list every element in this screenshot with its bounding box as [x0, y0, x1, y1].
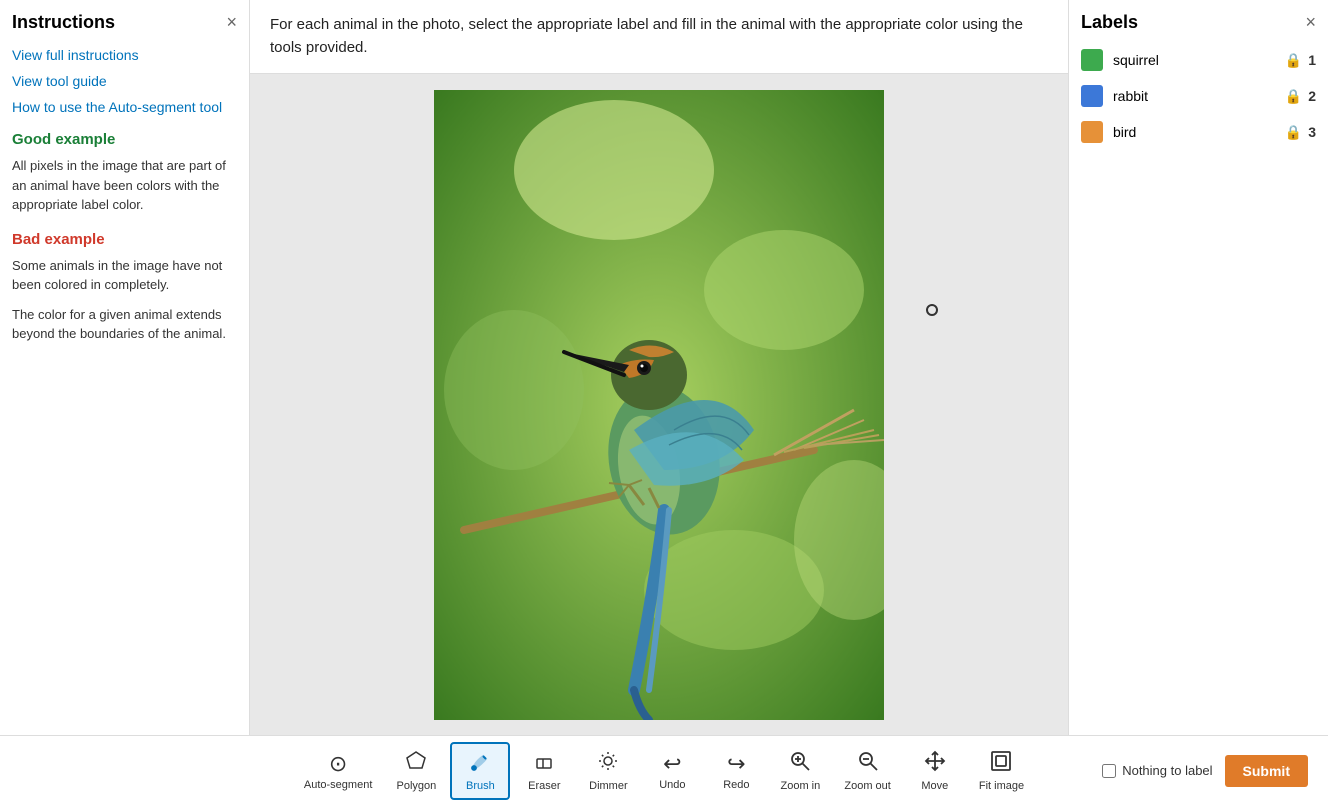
polygon-icon — [405, 750, 427, 778]
sidebar-title: Instructions — [12, 12, 115, 33]
nothing-to-label-container[interactable]: Nothing to label — [1102, 763, 1212, 778]
auto-segment-guide-link[interactable]: How to use the Auto-segment tool — [12, 99, 237, 115]
rabbit-lock-icon: 🔒 — [1285, 88, 1302, 105]
rabbit-color — [1081, 85, 1103, 107]
zoom-out-icon — [857, 750, 879, 778]
view-full-instructions-link[interactable]: View full instructions — [12, 47, 237, 63]
labels-panel: Labels × squirrel 🔒 1 rabbit 🔒 2 bird 🔒 … — [1068, 0, 1328, 735]
instruction-text: For each animal in the photo, select the… — [270, 16, 1023, 56]
squirrel-number: 1 — [1308, 52, 1316, 68]
zoom-in-label: Zoom in — [781, 780, 821, 792]
eraser-label: Eraser — [528, 780, 560, 792]
instruction-bar: For each animal in the photo, select the… — [250, 0, 1068, 74]
undo-icon: ↩ — [663, 751, 681, 777]
label-item-rabbit[interactable]: rabbit 🔒 2 — [1081, 85, 1316, 107]
labels-header: Labels × — [1081, 12, 1316, 33]
bad-example-heading: Bad example — [12, 231, 237, 248]
eraser-icon — [533, 750, 555, 778]
undo-label: Undo — [659, 779, 685, 791]
zoom-in-button[interactable]: Zoom in — [770, 744, 830, 798]
bird-label: bird — [1113, 124, 1285, 140]
redo-button[interactable]: ↪ Redo — [706, 745, 766, 797]
redo-label: Redo — [723, 779, 749, 791]
dimmer-button[interactable]: Dimmer — [578, 744, 638, 798]
fit-image-button[interactable]: Fit image — [969, 744, 1034, 798]
brush-icon — [469, 750, 491, 778]
bird-lock-icon: 🔒 — [1285, 124, 1302, 141]
undo-button[interactable]: ↩ Undo — [642, 745, 702, 797]
fit-image-icon — [990, 750, 1012, 778]
label-item-bird[interactable]: bird 🔒 3 — [1081, 121, 1316, 143]
eraser-button[interactable]: Eraser — [514, 744, 574, 798]
canvas-area: For each animal in the photo, select the… — [250, 0, 1068, 735]
cursor — [926, 304, 938, 316]
view-tool-guide-link[interactable]: View tool guide — [12, 73, 237, 89]
image-container[interactable] — [250, 74, 1068, 735]
squirrel-label: squirrel — [1113, 52, 1285, 68]
rabbit-label: rabbit — [1113, 88, 1285, 104]
move-icon — [924, 750, 946, 778]
bird-color — [1081, 121, 1103, 143]
labels-close-button[interactable]: × — [1305, 12, 1316, 33]
brush-label: Brush — [466, 780, 495, 792]
move-button[interactable]: Move — [905, 744, 965, 798]
zoom-out-label: Zoom out — [844, 780, 890, 792]
instructions-sidebar: Instructions × View full instructions Vi… — [0, 0, 250, 735]
nothing-to-label-checkbox[interactable] — [1102, 764, 1116, 778]
annotated-image[interactable] — [434, 90, 884, 720]
toolbar-right: Nothing to label Submit — [1102, 755, 1308, 787]
zoom-out-button[interactable]: Zoom out — [834, 744, 900, 798]
bad-example-text1: Some animals in the image have not been … — [12, 256, 237, 295]
rabbit-number: 2 — [1308, 88, 1316, 104]
move-label: Move — [921, 780, 948, 792]
zoom-in-icon — [789, 750, 811, 778]
bird-number: 3 — [1308, 124, 1316, 140]
fit-image-label: Fit image — [979, 780, 1024, 792]
squirrel-color — [1081, 49, 1103, 71]
auto-segment-button[interactable]: ⊙ Auto-segment — [294, 745, 382, 797]
auto-segment-icon: ⊙ — [329, 751, 347, 777]
polygon-label: Polygon — [396, 780, 436, 792]
submit-button[interactable]: Submit — [1225, 755, 1308, 787]
labels-title: Labels — [1081, 12, 1138, 33]
good-example-text: All pixels in the image that are part of… — [12, 156, 237, 215]
toolbar: ⊙ Auto-segment Polygon Brush Eraser — [0, 735, 1328, 805]
nothing-to-label-text: Nothing to label — [1122, 763, 1212, 778]
dimmer-icon — [597, 750, 619, 778]
auto-segment-label: Auto-segment — [304, 779, 372, 791]
squirrel-lock-icon: 🔒 — [1285, 52, 1302, 69]
sidebar-header: Instructions × — [12, 12, 237, 33]
brush-button[interactable]: Brush — [450, 742, 510, 800]
polygon-button[interactable]: Polygon — [386, 744, 446, 798]
dimmer-label: Dimmer — [589, 780, 628, 792]
good-example-heading: Good example — [12, 131, 237, 148]
label-item-squirrel[interactable]: squirrel 🔒 1 — [1081, 49, 1316, 71]
bad-example-text2: The color for a given animal extends bey… — [12, 305, 237, 344]
sidebar-close-button[interactable]: × — [226, 12, 237, 33]
redo-icon: ↪ — [727, 751, 745, 777]
